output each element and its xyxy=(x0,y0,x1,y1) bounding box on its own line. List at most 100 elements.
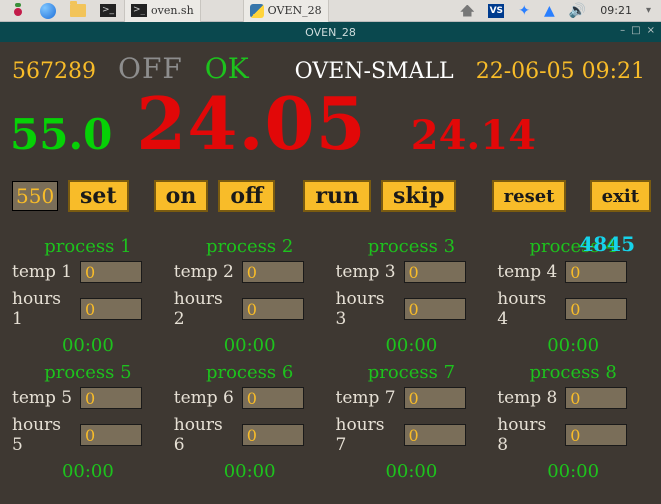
file-manager-launcher[interactable] xyxy=(64,3,92,18)
set-button[interactable]: set xyxy=(68,180,129,212)
tray-eject[interactable] xyxy=(454,4,480,18)
temp-label: temp 6 xyxy=(174,388,236,408)
temp-input[interactable] xyxy=(404,261,466,283)
setpoint-input[interactable] xyxy=(12,181,58,211)
hours-input[interactable] xyxy=(80,298,142,320)
process-block: process 3 temp 3 hours 3 00:00 xyxy=(334,236,490,362)
browser-launcher[interactable] xyxy=(34,2,62,20)
control-row: set on off run skip reset exit xyxy=(10,180,651,212)
temp-input[interactable] xyxy=(80,261,142,283)
process-timer: 00:00 xyxy=(497,461,649,482)
chevron-down-icon: ▾ xyxy=(646,5,651,16)
process-title: process 5 xyxy=(12,362,164,383)
process-block: process 5temp 5hours 500:00 xyxy=(10,362,166,488)
tray-menu[interactable]: ▾ xyxy=(640,4,657,17)
process-timer: 00:00 xyxy=(174,461,326,482)
process-grid: process 1 temp 1 hours 1 00:00 process 2 temp… xyxy=(10,236,651,488)
speaker-icon: 🔊 xyxy=(569,3,586,19)
secondary-value-display: 24.14 xyxy=(411,100,536,159)
start-menu[interactable] xyxy=(4,2,32,20)
close-button[interactable]: × xyxy=(647,25,655,36)
temp-input[interactable] xyxy=(404,387,466,409)
window-title: OVEN_28 xyxy=(305,26,356,39)
hours-label: hours 5 xyxy=(12,415,74,455)
bluetooth-icon: ✦ xyxy=(518,3,530,19)
process-timer: 00:00 xyxy=(174,335,326,356)
temp-label: temp 2 xyxy=(174,262,236,282)
process-timer: 00:00 xyxy=(12,335,164,356)
hours-input[interactable] xyxy=(242,424,304,446)
temp-label: temp 7 xyxy=(336,388,398,408)
process-timer: 00:00 xyxy=(336,335,488,356)
datetime-display: 22-06-05 09:21 xyxy=(476,59,651,84)
off-button[interactable]: off xyxy=(218,180,275,212)
exit-button[interactable]: exit xyxy=(590,180,651,212)
setpoint-display: 55.0 xyxy=(10,110,112,159)
readings-row: 55.0 24.05 24.14 xyxy=(10,81,651,166)
taskbar-app-label: OVEN_28 xyxy=(268,4,322,17)
tray-wifi[interactable]: ▲ xyxy=(538,2,561,20)
process-block: process 2 temp 2 hours 2 00:00 xyxy=(172,236,328,362)
raspberry-icon xyxy=(10,3,26,19)
hours-label: hours 1 xyxy=(12,289,74,329)
clock-text: 09:21 xyxy=(600,4,632,17)
process-block: process 8 temp 8 hours 8 00:00 xyxy=(495,362,651,488)
hours-input[interactable] xyxy=(404,298,466,320)
process-timer: 00:00 xyxy=(12,461,164,482)
process-title: process 1 xyxy=(12,236,164,257)
temp-label: temp 4 xyxy=(497,262,559,282)
counter-display: 4845 xyxy=(579,232,635,256)
hours-input[interactable] xyxy=(565,298,627,320)
os-taskbar: >_ >_ oven.sh OVEN_28 VS ✦ ▲ 🔊 09:21 ▾ xyxy=(0,0,661,22)
terminal-icon: >_ xyxy=(100,4,116,17)
terminal-icon: >_ xyxy=(131,4,147,17)
process-timer: 00:00 xyxy=(497,335,649,356)
hours-input[interactable] xyxy=(404,424,466,446)
hours-label: hours 3 xyxy=(336,289,398,329)
process-title: process 7 xyxy=(336,362,488,383)
on-button[interactable]: on xyxy=(154,180,209,212)
device-id: 567289 xyxy=(12,59,96,84)
hours-label: hours 4 xyxy=(497,289,559,329)
window-titlebar[interactable]: OVEN_28 – □ × xyxy=(0,22,661,42)
tray-bluetooth[interactable]: ✦ xyxy=(512,2,536,20)
hours-label: hours 2 xyxy=(174,289,236,329)
minimize-button[interactable]: – xyxy=(620,25,625,36)
skip-button[interactable]: skip xyxy=(381,180,456,212)
oven-app: 567289 OFF OK OVEN-SMALL 22-06-05 09:21 … xyxy=(0,42,661,504)
hours-input[interactable] xyxy=(242,298,304,320)
hours-input[interactable] xyxy=(80,424,142,446)
process-timer: 00:00 xyxy=(336,461,488,482)
temp-label: temp 3 xyxy=(336,262,398,282)
process-block: process 6 temp 6 hours 6 00:00 xyxy=(172,362,328,488)
hours-label: hours 8 xyxy=(497,415,559,455)
terminal-launcher[interactable]: >_ xyxy=(94,3,122,18)
maximize-button[interactable]: □ xyxy=(631,25,640,36)
run-button[interactable]: run xyxy=(303,180,371,212)
process-title: process 8 xyxy=(497,362,649,383)
python-icon xyxy=(250,4,264,18)
temp-input[interactable] xyxy=(242,261,304,283)
temp-label: temp 1 xyxy=(12,262,74,282)
process-title: process 6 xyxy=(174,362,326,383)
tray-sound[interactable]: 🔊 xyxy=(563,2,592,20)
reset-button[interactable]: reset xyxy=(492,180,567,212)
hours-label: hours 6 xyxy=(174,415,236,455)
temp-label: temp 8 xyxy=(497,388,559,408)
temp-input[interactable] xyxy=(565,261,627,283)
temp-input[interactable] xyxy=(565,387,627,409)
eject-icon xyxy=(460,5,474,17)
temp-input[interactable] xyxy=(242,387,304,409)
process-title: process 2 xyxy=(174,236,326,257)
process-value-display: 24.05 xyxy=(136,81,366,166)
temp-input[interactable] xyxy=(80,387,142,409)
hours-label: hours 7 xyxy=(336,415,398,455)
process-title: process 3 xyxy=(336,236,488,257)
process-block: process 7 temp 7 hours 7 00:00 xyxy=(334,362,490,488)
tray-vs[interactable]: VS xyxy=(482,3,510,19)
globe-icon xyxy=(40,3,56,19)
hours-input[interactable] xyxy=(565,424,627,446)
wifi-icon: ▲ xyxy=(544,3,555,19)
folder-icon xyxy=(70,4,86,17)
tray-clock[interactable]: 09:21 xyxy=(594,3,638,18)
